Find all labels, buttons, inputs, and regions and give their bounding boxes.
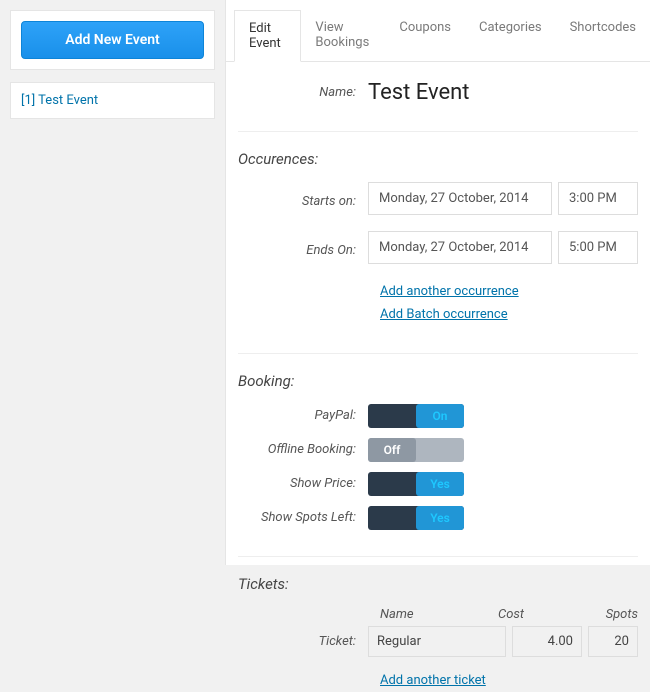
end-date-input[interactable]: Monday, 27 October, 2014 (368, 231, 552, 264)
toggle-knob: Yes (416, 472, 464, 496)
ticket-col-cost: Cost (498, 607, 578, 622)
ticket-row-label: Ticket: (238, 634, 368, 649)
ticket-name-input[interactable]: Regular (368, 626, 506, 657)
add-event-box: Add New Event (10, 10, 215, 70)
ticket-spots-input[interactable]: 20 (588, 626, 638, 657)
ticket-cost-input[interactable]: 4.00 (512, 626, 582, 657)
show-price-toggle[interactable]: Yes (368, 472, 464, 496)
starts-on-label: Starts on: (238, 194, 368, 209)
event-name-value: Test Event (368, 80, 638, 105)
ticket-col-spots: Spots (578, 607, 638, 622)
toggle-knob: Yes (416, 506, 464, 530)
start-time-input[interactable]: 3:00 PM (558, 182, 638, 215)
tab-coupons[interactable]: Coupons (385, 10, 465, 61)
add-another-ticket-link[interactable]: Add another ticket (380, 669, 638, 692)
tab-shortcodes[interactable]: Shortcodes (556, 10, 650, 61)
tab-categories[interactable]: Categories (465, 10, 556, 61)
event-list-item[interactable]: [1] Test Event (21, 93, 98, 108)
tab-view-bookings[interactable]: View Bookings (301, 10, 385, 61)
ticket-col-name: Name (380, 607, 498, 622)
ends-on-label: Ends On: (238, 243, 368, 258)
offline-booking-toggle[interactable]: Off (368, 438, 464, 462)
toggle-knob: On (416, 404, 464, 428)
add-new-event-button[interactable]: Add New Event (21, 21, 204, 59)
start-date-input[interactable]: Monday, 27 October, 2014 (368, 182, 552, 215)
show-price-label: Show Price: (238, 476, 368, 491)
show-spots-left-label: Show Spots Left: (238, 510, 368, 525)
paypal-toggle[interactable]: On (368, 404, 464, 428)
booking-heading: Booking: (238, 372, 638, 390)
event-list: [1] Test Event (10, 82, 215, 119)
sidebar: Add New Event [1] Test Event (0, 0, 225, 565)
tab-edit-event[interactable]: Edit Event (234, 10, 301, 62)
tickets-heading: Tickets: (238, 575, 638, 593)
name-label: Name: (238, 85, 368, 100)
tab-bar: Edit Event View Bookings Coupons Categor… (226, 10, 650, 62)
occurrences-heading: Occurences: (238, 150, 638, 168)
add-another-occurrence-link[interactable]: Add another occurrence (380, 280, 638, 303)
add-batch-occurrence-link[interactable]: Add Batch occurrence (380, 303, 638, 326)
main-panel: Edit Event View Bookings Coupons Categor… (225, 0, 650, 565)
paypal-label: PayPal: (238, 408, 368, 423)
toggle-knob: Off (368, 438, 416, 462)
end-time-input[interactable]: 5:00 PM (558, 231, 638, 264)
show-spots-left-toggle[interactable]: Yes (368, 506, 464, 530)
offline-booking-label: Offline Booking: (238, 442, 368, 457)
